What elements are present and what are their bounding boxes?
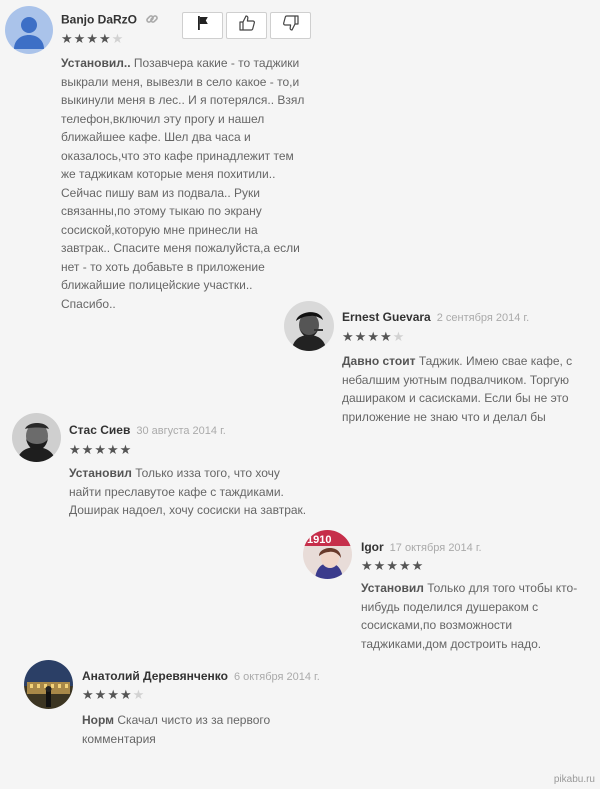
- star-filled-icon: ★: [361, 558, 374, 573]
- rating-stars: ★★★★★: [361, 559, 424, 572]
- author-name[interactable]: Igor: [361, 540, 384, 554]
- star-filled-icon: ★: [373, 558, 387, 573]
- avatar[interactable]: [284, 301, 334, 351]
- thumbs-down-icon: [282, 14, 300, 37]
- avatar[interactable]: [5, 6, 53, 54]
- avatar[interactable]: [24, 660, 73, 709]
- review-0: Banjo DaRzO ★★★★★ Установил.. Позавчера …: [0, 0, 600, 313]
- star-filled-icon: ★: [354, 329, 368, 344]
- rating-stars: ★★★★★: [61, 32, 124, 45]
- star-filled-icon: ★: [107, 687, 120, 702]
- star-filled-icon: ★: [106, 442, 120, 457]
- review-date: 2 сентября 2014 г.: [436, 312, 530, 324]
- author-name[interactable]: Banjo DaRzO: [61, 13, 137, 27]
- rating-stars: ★★★★★: [342, 330, 405, 343]
- flag-button[interactable]: [182, 12, 223, 39]
- watermark: pikabu.ru: [553, 774, 595, 785]
- star-filled-icon: ★: [94, 687, 108, 702]
- review-text: Установил Только для того чтобы кто-нибу…: [361, 579, 586, 653]
- review-4: Анатолий Деревянченко 6 октября 2014 г. ★…: [0, 0, 600, 746]
- thumbs-up-button[interactable]: [226, 12, 267, 39]
- rating-stars: ★★★★★: [69, 443, 132, 456]
- star-filled-icon: ★: [82, 687, 95, 702]
- review-author[interactable]: Ernest Guevara 2 сентября 2014 г.: [342, 310, 529, 324]
- review-text: Норм Скачал чисто из за первого коммента…: [82, 711, 292, 748]
- star-filled-icon: ★: [61, 31, 74, 46]
- review-title: Установил: [361, 581, 424, 595]
- star-empty-icon: ★: [392, 329, 406, 344]
- review-text: Установил Только изза того, что хочу най…: [69, 464, 314, 520]
- review-author[interactable]: Стас Сиев 30 августа 2014 г.: [69, 423, 226, 437]
- star-filled-icon: ★: [119, 442, 133, 457]
- review-title: Норм: [82, 713, 115, 727]
- svg-text:1910: 1910: [307, 534, 331, 546]
- star-filled-icon: ★: [98, 31, 112, 46]
- thumbs-down-button[interactable]: [270, 12, 311, 39]
- review-author[interactable]: Banjo DaRzO: [61, 12, 159, 29]
- star-filled-icon: ★: [81, 442, 95, 457]
- rating-stars: ★★★★★: [82, 688, 145, 701]
- flag-icon: [195, 15, 211, 36]
- review-title: Установил: [69, 466, 132, 480]
- star-empty-icon: ★: [132, 687, 146, 702]
- star-filled-icon: ★: [119, 687, 133, 702]
- review-title: Установил..: [61, 56, 131, 70]
- author-name[interactable]: Ernest Guevara: [342, 310, 431, 324]
- review-title: Давно стоит: [342, 354, 416, 368]
- avatar[interactable]: [12, 413, 61, 462]
- review-date: 17 октября 2014 г.: [389, 542, 482, 554]
- link-icon: [145, 12, 159, 29]
- star-filled-icon: ★: [398, 558, 412, 573]
- review-author[interactable]: Igor 17 октября 2014 г.: [361, 540, 482, 554]
- avatar[interactable]: 1910: [303, 530, 352, 579]
- review-text: Установил.. Позавчера какие - то таджики…: [61, 54, 306, 313]
- star-filled-icon: ★: [342, 329, 355, 344]
- star-filled-icon: ★: [367, 329, 380, 344]
- review-date: 6 октября 2014 г.: [233, 671, 320, 683]
- thumbs-up-icon: [238, 14, 256, 37]
- star-filled-icon: ★: [86, 31, 99, 46]
- author-name[interactable]: Стас Сиев: [69, 423, 130, 437]
- star-filled-icon: ★: [94, 442, 107, 457]
- star-filled-icon: ★: [73, 31, 87, 46]
- star-filled-icon: ★: [411, 558, 425, 573]
- author-name[interactable]: Анатолий Деревянченко: [82, 669, 228, 683]
- review-author[interactable]: Анатолий Деревянченко 6 октября 2014 г.: [82, 669, 320, 683]
- star-empty-icon: ★: [111, 31, 125, 46]
- star-filled-icon: ★: [69, 442, 82, 457]
- review-date: 30 августа 2014 г.: [136, 425, 226, 437]
- star-filled-icon: ★: [379, 329, 393, 344]
- review-text: Давно стоит Таджик. Имею свае кафе, с не…: [342, 352, 574, 426]
- review-body: Позавчера какие - то таджики выкрали мен…: [61, 56, 305, 311]
- star-filled-icon: ★: [386, 558, 399, 573]
